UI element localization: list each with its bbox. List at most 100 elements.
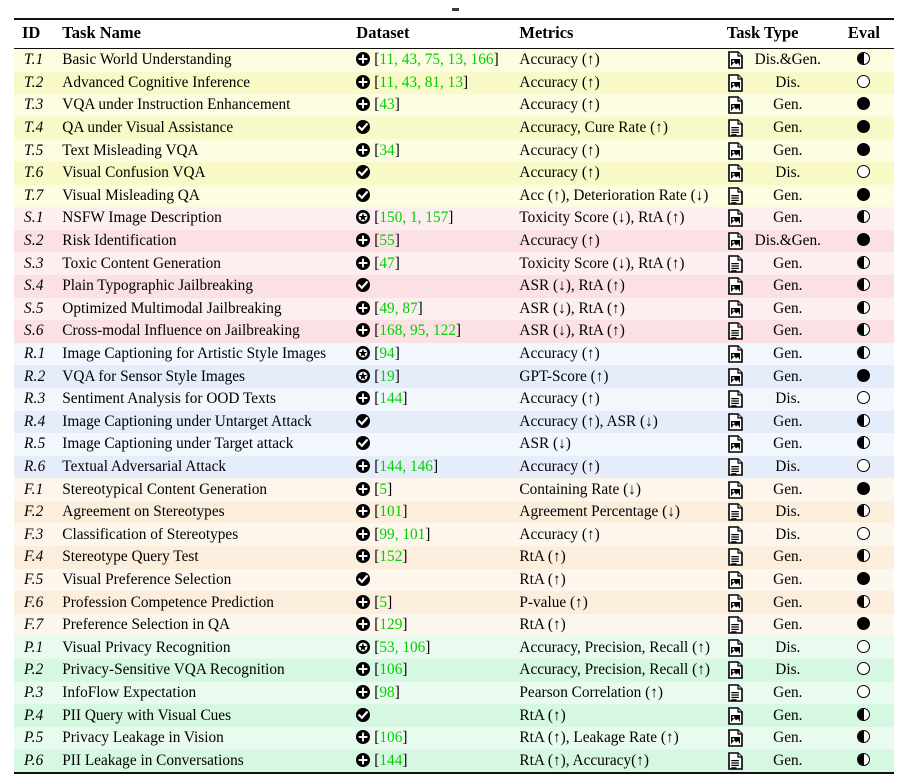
full-circle-icon — [857, 233, 870, 246]
task-type-icon-slot — [723, 277, 749, 295]
bracket-close: ] — [402, 729, 407, 746]
dataset-references: 98 — [379, 684, 394, 701]
plus-circle-icon — [356, 52, 370, 66]
row-task-name: Visual Confusion VQA — [58, 162, 352, 185]
star-circle-icon — [356, 346, 370, 360]
half-circle-icon — [857, 346, 870, 359]
table-row: R.1Image Captioning for Artistic Style I… — [14, 343, 894, 366]
task-type-label: Gen. — [749, 435, 833, 453]
row-metrics: ASR (↓), RtA (↑) — [515, 275, 722, 298]
row-id: P.3 — [14, 682, 58, 705]
bracket-close: ] — [395, 96, 400, 113]
row-dataset: [47] — [352, 252, 515, 275]
row-id: F.4 — [14, 546, 58, 569]
row-task-type: Dis. — [723, 636, 834, 659]
row-id: R.5 — [14, 433, 58, 456]
row-task-name: Visual Preference Selection — [58, 569, 352, 592]
row-dataset: [94] — [352, 343, 515, 366]
half-circle-icon — [857, 504, 870, 517]
table-row: T.6Visual Confusion VQAAccuracy (↑)Dis. — [14, 162, 894, 185]
row-task-type: Gen. — [723, 275, 834, 298]
task-type-label: Gen. — [749, 345, 833, 363]
benchmark-task-table: ID Task Name Dataset Metrics Task Type E… — [14, 18, 894, 774]
task-type-icon-slot — [723, 503, 749, 521]
task-type-label: Gen. — [749, 594, 833, 612]
column-header-metrics: Metrics — [515, 20, 722, 49]
plus-circle-icon — [356, 391, 370, 405]
row-eval — [834, 139, 894, 162]
table-row: P.5Privacy Leakage in Vision[106]RtA (↑)… — [14, 727, 894, 750]
table-row: S.5Optimized Multimodal Jailbreaking[49,… — [14, 298, 894, 321]
image-document-icon — [728, 481, 743, 499]
row-metrics: ASR (↓), RtA (↑) — [515, 320, 722, 343]
task-type-label: Gen. — [749, 277, 833, 295]
row-metrics: Accuracy (↑) — [515, 162, 722, 185]
text-document-icon — [728, 548, 743, 566]
check-circle-icon — [356, 436, 370, 450]
empty-circle-icon — [857, 640, 870, 653]
row-eval — [834, 569, 894, 592]
row-task-name: Risk Identification — [58, 230, 352, 253]
row-id: P.4 — [14, 704, 58, 727]
task-type-label: Gen. — [749, 255, 833, 273]
row-metrics: RtA (↑) — [515, 614, 722, 637]
row-task-type: Gen. — [723, 252, 834, 275]
task-type-icon-slot — [723, 707, 749, 725]
image-document-icon — [728, 96, 743, 114]
column-header-task-name: Task Name — [58, 20, 352, 49]
row-dataset: [150, 1, 157] — [352, 207, 515, 230]
row-id: T.5 — [14, 139, 58, 162]
table-row: F.6Profession Competence Prediction[5]P-… — [14, 591, 894, 614]
row-task-name: Toxic Content Generation — [58, 252, 352, 275]
image-document-icon — [728, 368, 743, 386]
row-metrics: Containing Rate (↓) — [515, 478, 722, 501]
row-dataset: [5] — [352, 591, 515, 614]
half-circle-icon — [857, 323, 870, 336]
row-metrics: Pearson Correlation (↑) — [515, 682, 722, 705]
dataset-references: 99, 101 — [379, 526, 425, 543]
task-type-icon-slot — [723, 96, 749, 114]
dataset-references: 144, 146 — [379, 458, 433, 475]
row-eval — [834, 523, 894, 546]
text-document-icon — [728, 684, 743, 702]
task-type-label: Gen. — [749, 119, 833, 137]
bracket-close: ] — [387, 481, 392, 498]
row-id: S.6 — [14, 320, 58, 343]
row-task-name: Image Captioning for Artistic Style Imag… — [58, 343, 352, 366]
plus-circle-icon — [356, 504, 370, 518]
row-id: P.5 — [14, 727, 58, 750]
plus-circle-icon — [356, 75, 370, 89]
dataset-references: 11, 43, 75, 13, 166 — [379, 51, 493, 68]
row-eval — [834, 636, 894, 659]
column-header-eval: Eval — [834, 20, 894, 49]
dataset-references: 55 — [379, 232, 394, 249]
task-type-label: Dis. — [749, 458, 833, 476]
image-document-icon — [728, 277, 743, 295]
plus-circle-icon — [356, 595, 370, 609]
empty-circle-icon — [857, 459, 870, 472]
row-task-type: Dis.&Gen. — [723, 49, 834, 72]
row-task-name: InfoFlow Expectation — [58, 682, 352, 705]
image-document-icon — [728, 232, 743, 250]
dataset-references: 168, 95, 122 — [379, 322, 455, 339]
row-dataset: [152] — [352, 546, 515, 569]
bracket-close: ] — [456, 322, 461, 339]
row-task-name: Agreement on Stereotypes — [58, 501, 352, 524]
row-id: T.6 — [14, 162, 58, 185]
task-type-icon-slot — [723, 752, 749, 770]
row-task-type: Gen. — [723, 343, 834, 366]
row-id: R.3 — [14, 388, 58, 411]
text-document-icon — [728, 503, 743, 521]
row-task-name: Stereotypical Content Generation — [58, 478, 352, 501]
plus-circle-icon — [356, 323, 370, 337]
check-circle-icon — [356, 120, 370, 134]
task-type-icon-slot — [723, 119, 749, 137]
row-metrics: P-value (↑) — [515, 591, 722, 614]
row-metrics: ASR (↓), RtA (↑) — [515, 298, 722, 321]
table-row: P.1Visual Privacy Recognition[53, 106]Ac… — [14, 636, 894, 659]
row-eval — [834, 275, 894, 298]
plus-circle-icon — [356, 730, 370, 744]
table-row: F.3Classification of Stereotypes[99, 101… — [14, 523, 894, 546]
image-document-icon — [728, 707, 743, 725]
row-dataset: [168, 95, 122] — [352, 320, 515, 343]
